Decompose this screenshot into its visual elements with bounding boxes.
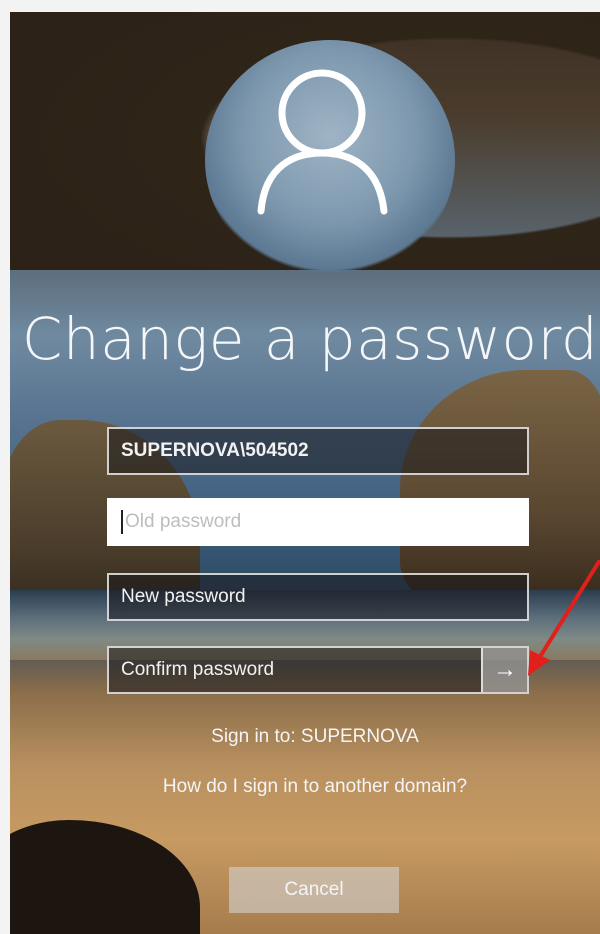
username-field: SUPERNOVA\504502 xyxy=(107,427,529,475)
old-password-placeholder: Old password xyxy=(125,511,242,532)
confirm-password-placeholder: Confirm password xyxy=(121,659,275,680)
cancel-button[interactable]: Cancel xyxy=(229,867,399,913)
user-avatar-icon xyxy=(255,65,390,215)
old-password-input[interactable]: Old password xyxy=(107,498,529,546)
photo-border-top xyxy=(0,0,600,12)
confirm-password-input[interactable]: Confirm password → xyxy=(107,646,529,694)
other-domain-link[interactable]: How do I sign in to another domain? xyxy=(0,776,600,798)
lock-screen-background: Change a password SUPERNOVA\504502 Old p… xyxy=(0,0,600,934)
sign-in-domain-text: Sign in to: SUPERNOVA xyxy=(211,726,419,747)
arrow-right-icon: → xyxy=(493,656,517,683)
new-password-input[interactable]: New password xyxy=(107,573,529,621)
username-value: SUPERNOVA\504502 xyxy=(121,440,309,461)
shadow-scenery xyxy=(0,820,200,934)
new-password-placeholder: New password xyxy=(121,586,246,607)
text-caret xyxy=(121,510,123,534)
page-title: Change a password xyxy=(21,305,599,373)
submit-button[interactable]: → xyxy=(481,648,527,692)
